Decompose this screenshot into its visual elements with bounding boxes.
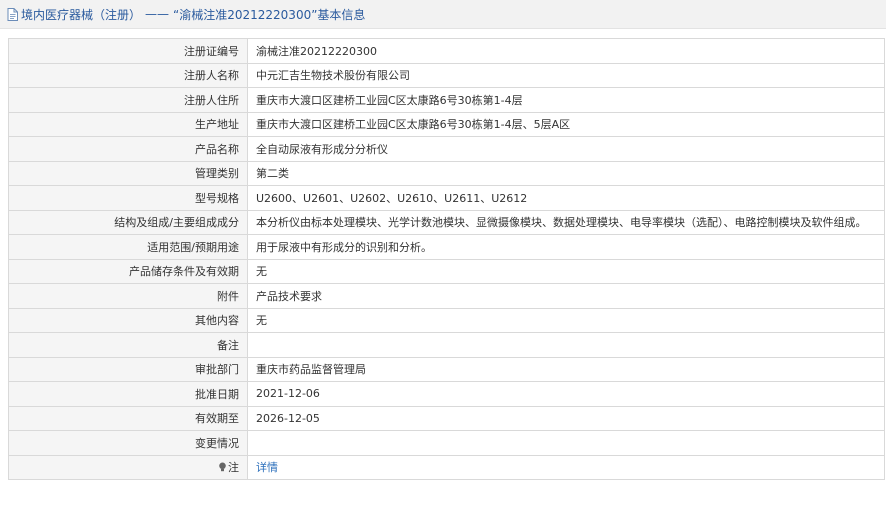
row-value: 用于尿液中有形成分的识别和分析。	[247, 234, 885, 260]
row-label: 审批部门	[8, 356, 248, 382]
row-value: 全自动尿液有形成分分析仪	[247, 136, 885, 162]
row-value: 2021-12-06	[247, 381, 885, 407]
row-value: 本分析仪由标本处理模块、光学计数池模块、显微摄像模块、数据处理模块、电导率模块（…	[247, 209, 885, 235]
table-row: 附件 产品技术要求	[8, 283, 885, 309]
row-label: 变更情况	[8, 430, 248, 456]
row-value: 渝械注准20212220300	[247, 38, 885, 64]
table-row: 审批部门 重庆市药品监督管理局	[8, 356, 885, 382]
row-value	[247, 332, 885, 358]
page-header: 境内医疗器械（注册） —— “渝械注准20212220300”基本信息	[0, 0, 886, 29]
table-row: 批准日期 2021-12-06	[8, 381, 885, 407]
header-separator: ——	[145, 7, 170, 21]
row-value: 产品技术要求	[247, 283, 885, 309]
header-category: 境内医疗器械（注册）	[21, 7, 142, 22]
row-label: 产品名称	[8, 136, 248, 162]
row-value: 重庆市大渡口区建桥工业园C区太康路6号30栋第1-4层、5层A区	[247, 111, 885, 137]
lightbulb-icon	[219, 462, 226, 472]
row-value: 重庆市大渡口区建桥工业园C区太康路6号30栋第1-4层	[247, 87, 885, 113]
row-label: 注册证编号	[8, 38, 248, 64]
table-row: 有效期至 2026-12-05	[8, 405, 885, 431]
row-value: 2026-12-05	[247, 405, 885, 431]
note-label-cell: 注	[8, 454, 248, 480]
row-label: 适用范围/预期用途	[8, 234, 248, 260]
row-value: 无	[247, 307, 885, 333]
table-row: 变更情况	[8, 430, 885, 456]
row-value: U2600、U2601、U2602、U2610、U2611、U2612	[247, 185, 885, 211]
row-label: 注册人名称	[8, 62, 248, 88]
note-value-cell: 详情	[247, 454, 885, 480]
details-link[interactable]: 详情	[256, 461, 278, 474]
table-row: 型号规格 U2600、U2601、U2602、U2610、U2611、U2612	[8, 185, 885, 211]
row-label: 型号规格	[8, 185, 248, 211]
table-row: 产品储存条件及有效期 无	[8, 258, 885, 284]
document-icon	[7, 7, 18, 21]
table-row: 注册人住所 重庆市大渡口区建桥工业园C区太康路6号30栋第1-4层	[8, 87, 885, 113]
row-value: 重庆市药品监督管理局	[247, 356, 885, 382]
note-row: 注 详情	[8, 454, 885, 480]
table-row: 注册证编号 渝械注准20212220300	[8, 38, 885, 64]
row-value	[247, 430, 885, 456]
table-row: 其他内容 无	[8, 307, 885, 333]
row-label: 产品储存条件及有效期	[8, 258, 248, 284]
row-value: 无	[247, 258, 885, 284]
row-label: 批准日期	[8, 381, 248, 407]
row-value: 第二类	[247, 160, 885, 186]
table-row: 生产地址 重庆市大渡口区建桥工业园C区太康路6号30栋第1-4层、5层A区	[8, 111, 885, 137]
row-label: 有效期至	[8, 405, 248, 431]
row-label: 管理类别	[8, 160, 248, 186]
row-label: 结构及组成/主要组成成分	[8, 209, 248, 235]
note-label: 注	[228, 461, 239, 475]
table-row: 注册人名称 中元汇吉生物技术股份有限公司	[8, 62, 885, 88]
table-row: 备注	[8, 332, 885, 358]
row-label: 其他内容	[8, 307, 248, 333]
basic-info-table: 注册证编号 渝械注准20212220300 注册人名称 中元汇吉生物技术股份有限…	[8, 38, 885, 480]
row-label: 备注	[8, 332, 248, 358]
row-label: 注册人住所	[8, 87, 248, 113]
table-row: 适用范围/预期用途 用于尿液中有形成分的识别和分析。	[8, 234, 885, 260]
row-label: 附件	[8, 283, 248, 309]
row-value: 中元汇吉生物技术股份有限公司	[247, 62, 885, 88]
row-label: 生产地址	[8, 111, 248, 137]
table-row: 管理类别 第二类	[8, 160, 885, 186]
table-row: 结构及组成/主要组成成分 本分析仪由标本处理模块、光学计数池模块、显微摄像模块、…	[8, 209, 885, 235]
header-title: “渝械注准20212220300”基本信息	[173, 7, 366, 22]
table-row: 产品名称 全自动尿液有形成分分析仪	[8, 136, 885, 162]
